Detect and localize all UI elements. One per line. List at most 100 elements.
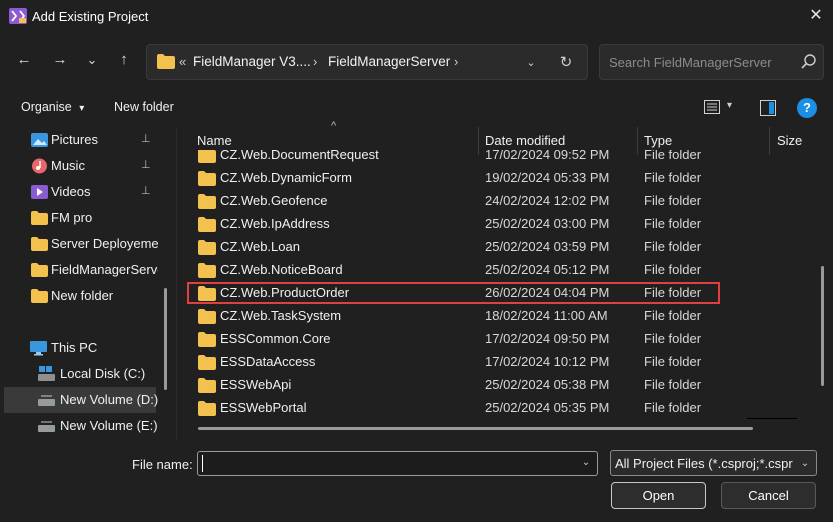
sidebar-item-fm-pro[interactable]: FM pro bbox=[0, 205, 165, 231]
folder-icon bbox=[31, 237, 48, 251]
new-folder-button[interactable]: New folder bbox=[114, 100, 174, 114]
file-row[interactable]: ESSDataAccess 17/02/2024 10:12 PM File f… bbox=[186, 351, 741, 374]
file-name: ESSWebPortal bbox=[220, 400, 307, 415]
recent-locations-button[interactable]: ⌄ bbox=[80, 48, 104, 72]
file-list-horizontal-scrollbar[interactable] bbox=[198, 427, 753, 430]
search-box[interactable] bbox=[599, 44, 824, 80]
column-header-size[interactable]: Size bbox=[777, 133, 802, 148]
folder-icon bbox=[198, 150, 216, 163]
file-type: File folder bbox=[644, 262, 702, 277]
file-name: CZ.Web.TaskSystem bbox=[220, 308, 342, 323]
pane-divider[interactable] bbox=[176, 127, 177, 440]
view-caret-icon[interactable]: ▾ bbox=[727, 100, 732, 111]
sidebar-item-new-volume-e[interactable]: New Volume (E:) bbox=[0, 413, 165, 439]
file-name: ESSDataAccess bbox=[220, 354, 316, 369]
forward-button[interactable]: → bbox=[48, 48, 72, 72]
chevron-right-icon[interactable]: › bbox=[454, 54, 458, 69]
organise-menu[interactable]: Organise ▾ bbox=[21, 100, 84, 114]
folder-icon bbox=[31, 263, 48, 277]
address-dropdown-button[interactable]: ⌄ bbox=[521, 53, 541, 73]
chevron-right-icon[interactable]: › bbox=[313, 54, 317, 69]
file-type: File folder bbox=[644, 150, 702, 162]
file-row[interactable]: ESSCommon.Core 17/02/2024 09:50 PM File … bbox=[186, 328, 741, 351]
file-date: 25/02/2024 03:00 PM bbox=[485, 216, 610, 231]
address-bar[interactable]: « FieldManager V3.... › FieldManagerServ… bbox=[146, 44, 588, 80]
file-date: 17/02/2024 10:12 PM bbox=[485, 354, 610, 369]
sidebar-scrollbar[interactable] bbox=[164, 288, 167, 390]
chevron-down-icon[interactable]: ⌄ bbox=[578, 454, 594, 472]
up-button[interactable]: ↑ bbox=[112, 48, 136, 72]
sidebar-item-new-volume-d[interactable]: New Volume (D:) bbox=[4, 387, 159, 413]
sidebar-item-new-folder[interactable]: New folder bbox=[0, 283, 165, 309]
sidebar-item-fieldmanagerserver[interactable]: FieldManagerServer bbox=[0, 257, 165, 283]
file-type: File folder bbox=[644, 377, 702, 392]
chevron-down-icon[interactable]: ⌄ bbox=[797, 455, 813, 473]
folder-icon bbox=[31, 289, 48, 303]
sidebar-item-local-disk-c[interactable]: Local Disk (C:) bbox=[0, 361, 165, 387]
cancel-button[interactable]: Cancel bbox=[721, 482, 816, 509]
search-input[interactable] bbox=[609, 53, 794, 71]
sidebar-item-label: Pictures bbox=[51, 132, 98, 147]
file-row[interactable]: CZ.Web.DocumentRequest 17/02/2024 09:52 … bbox=[186, 150, 741, 167]
sidebar-item-label: New Volume (D:) bbox=[60, 392, 159, 407]
folder-icon bbox=[198, 217, 216, 232]
file-name: CZ.Web.Loan bbox=[220, 239, 300, 254]
file-date: 24/02/2024 12:02 PM bbox=[485, 193, 610, 208]
column-header-type[interactable]: Type bbox=[644, 133, 672, 148]
file-type: File folder bbox=[644, 354, 702, 369]
column-header-name[interactable]: Name bbox=[197, 133, 232, 148]
sidebar-item-label: Videos bbox=[51, 184, 91, 199]
file-date: 25/02/2024 03:59 PM bbox=[485, 239, 610, 254]
sidebar-item-server-deployement[interactable]: Server Deployement bbox=[0, 231, 165, 257]
navigation-pane[interactable]: Pictures ⊥ Music ⊥ Videos ⊥ FM pro Serve… bbox=[0, 127, 176, 440]
pictures-icon bbox=[31, 133, 48, 147]
sidebar-item-music[interactable]: Music ⊥ bbox=[0, 153, 165, 179]
search-icon[interactable] bbox=[800, 53, 818, 71]
organise-label: Organise bbox=[21, 100, 72, 114]
file-list-vertical-scrollbar[interactable] bbox=[821, 266, 824, 386]
videos-icon bbox=[31, 185, 48, 199]
breadcrumb-segment[interactable]: FieldManager V3.... bbox=[193, 54, 311, 69]
file-name-label: File name: bbox=[132, 457, 193, 472]
file-row[interactable]: ESSWebPortal 25/02/2024 05:35 PM File fo… bbox=[186, 397, 741, 420]
breadcrumb-segment[interactable]: FieldManagerServer bbox=[328, 54, 450, 69]
file-name-combobox[interactable] bbox=[197, 451, 598, 476]
back-button[interactable]: ← bbox=[12, 48, 36, 72]
preview-pane-icon[interactable] bbox=[760, 100, 776, 116]
overflow-chevron-icon[interactable]: « bbox=[179, 54, 186, 69]
file-type-filter-value: All Project Files (*.csproj;*.csproj;*.v… bbox=[615, 456, 793, 471]
file-date: 25/02/2024 05:38 PM bbox=[485, 377, 610, 392]
windows-drive-icon bbox=[38, 366, 55, 381]
sidebar-item-pictures[interactable]: Pictures ⊥ bbox=[0, 127, 165, 153]
file-type: File folder bbox=[644, 239, 702, 254]
file-row[interactable]: ESSWebApi 25/02/2024 05:38 PM File folde… bbox=[186, 374, 741, 397]
file-type-filter-select[interactable]: All Project Files (*.csproj;*.csproj;*.v… bbox=[610, 450, 817, 476]
sort-ascending-icon: ^ bbox=[331, 120, 337, 132]
close-button[interactable]: ✕ bbox=[804, 4, 828, 28]
drive-icon bbox=[38, 421, 55, 432]
help-icon[interactable]: ? bbox=[797, 98, 817, 118]
file-row[interactable]: CZ.Web.NoticeBoard 25/02/2024 05:12 PM F… bbox=[186, 259, 741, 282]
refresh-button[interactable]: ↻ bbox=[555, 52, 577, 74]
file-row[interactable]: CZ.Web.Geofence 24/02/2024 12:02 PM File… bbox=[186, 190, 741, 213]
drive-icon bbox=[38, 395, 55, 406]
file-row[interactable]: CZ.Web.Loan 25/02/2024 03:59 PM File fol… bbox=[186, 236, 741, 259]
view-options-icon[interactable] bbox=[704, 100, 720, 114]
file-row[interactable]: CZ.Web.DynamicForm 19/02/2024 05:33 PM F… bbox=[186, 167, 741, 190]
computer-icon bbox=[30, 341, 47, 356]
dialog-title: Add Existing Project bbox=[32, 9, 149, 24]
column-header-date-modified[interactable]: Date modified bbox=[485, 133, 565, 148]
file-date: 17/02/2024 09:52 PM bbox=[485, 150, 610, 162]
file-date: 18/02/2024 11:00 AM bbox=[485, 308, 608, 323]
file-type: File folder bbox=[644, 308, 702, 323]
folder-icon bbox=[31, 211, 48, 225]
file-row[interactable]: CZ.Web.TaskSystem 18/02/2024 11:00 AM Fi… bbox=[186, 305, 741, 328]
sidebar-item-videos[interactable]: Videos ⊥ bbox=[0, 179, 165, 205]
sidebar-item-label: Server Deployement bbox=[51, 236, 158, 251]
sidebar-item-this-pc[interactable]: This PC bbox=[0, 335, 165, 361]
selection-highlight bbox=[187, 282, 720, 304]
pin-icon: ⊥ bbox=[141, 159, 151, 171]
open-button[interactable]: Open bbox=[611, 482, 706, 509]
file-name-input[interactable] bbox=[202, 455, 572, 472]
file-row[interactable]: CZ.Web.IpAddress 25/02/2024 03:00 PM Fil… bbox=[186, 213, 741, 236]
